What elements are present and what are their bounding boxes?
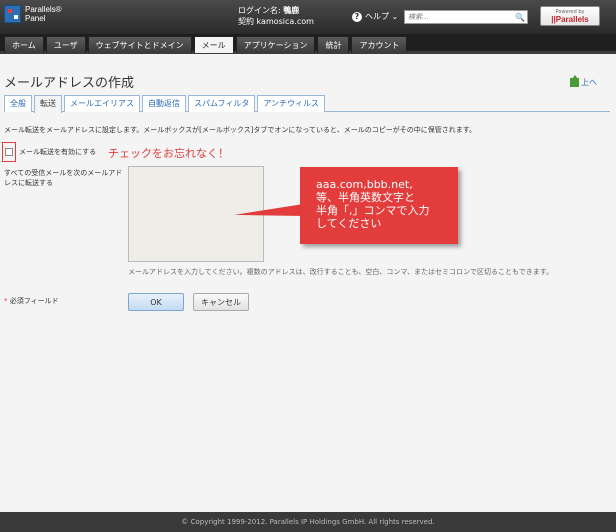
cancel-button[interactable]: キャンセル bbox=[193, 293, 249, 311]
search-input[interactable] bbox=[405, 13, 513, 21]
powered-by-badge[interactable]: Powered by ||Parallels bbox=[540, 6, 600, 26]
enable-forwarding-label[interactable]: メール転送を有効にする bbox=[19, 147, 96, 157]
required-label: 必須フィールド bbox=[7, 297, 59, 305]
help-icon: ? bbox=[352, 11, 362, 22]
callout-line: 半角「,」コンマで入力 bbox=[316, 204, 430, 217]
search-box: 🔍 bbox=[404, 10, 528, 24]
tab-auto-reply[interactable]: 自動返信 bbox=[142, 95, 186, 112]
search-icon[interactable]: 🔍 bbox=[513, 13, 527, 22]
contract-row[interactable]: 契約 kamosica.com bbox=[238, 16, 314, 27]
enable-forwarding-row: メール転送を有効にする bbox=[2, 142, 96, 162]
logo-text: Parallels® Panel bbox=[25, 5, 62, 23]
nav-tab-applications[interactable]: アプリケーション bbox=[235, 36, 316, 53]
callout-line: してください bbox=[316, 217, 382, 230]
up-level-link[interactable]: 上へ bbox=[570, 75, 597, 88]
form-tabs: 全般 転送 メールエイリアス 自動返信 スパムフィルタ アンチウィルス bbox=[4, 95, 610, 113]
footer-copyright: © Copyright 1999-2012. Parallels IP Hold… bbox=[0, 512, 616, 532]
nav-tab-websites-domains[interactable]: ウェブサイトとドメイン bbox=[87, 36, 192, 53]
forwarding-description: メール転送をメールアドレスに設定します。メールボックスが[メールボックス]タブで… bbox=[4, 126, 477, 134]
reminder-annotation: チェックをお忘れなく！ bbox=[108, 147, 229, 160]
ok-button[interactable]: OK bbox=[128, 293, 184, 311]
tab-forwarding[interactable]: 転送 bbox=[34, 95, 62, 113]
forward-addresses-hint: メールアドレスを入力してください。複数のアドレスは、改行することも、空白、コンマ… bbox=[128, 268, 554, 276]
nav-tab-mail[interactable]: メール bbox=[193, 36, 234, 53]
logo-line2: Panel bbox=[25, 14, 46, 23]
nav-tab-account[interactable]: アカウント bbox=[351, 36, 408, 53]
login-label: ログイン名: bbox=[238, 6, 284, 15]
contract-domain: kamosica.com bbox=[256, 17, 314, 26]
help-menu[interactable]: ? ヘルプ ⌄ bbox=[352, 11, 398, 22]
callout-line: aaa.com,bbb.net, bbox=[316, 178, 413, 191]
required-fields-note: * 必須フィールド bbox=[4, 296, 59, 306]
callout-line: 等、半角英数文字と bbox=[316, 191, 415, 204]
powered-by-brand: ||Parallels bbox=[551, 15, 589, 24]
contract-label: 契約 bbox=[238, 17, 257, 26]
enable-forwarding-checkbox[interactable] bbox=[5, 148, 13, 156]
help-label: ヘルプ ⌄ bbox=[365, 12, 399, 21]
parallels-panel-logo[interactable]: Parallels® Panel bbox=[4, 5, 62, 23]
up-label: 上へ bbox=[581, 78, 597, 87]
forward-addresses-label: すべての受信メールを次のメールアドレスに転送する bbox=[4, 169, 123, 187]
nav-tab-home[interactable]: ホーム bbox=[4, 36, 44, 53]
up-arrow-icon bbox=[570, 75, 579, 87]
tab-spam-filter[interactable]: スパムフィルタ bbox=[188, 95, 256, 112]
tab-general[interactable]: 全般 bbox=[4, 95, 32, 112]
login-row[interactable]: ログイン名: 鴨鹿 bbox=[238, 5, 314, 16]
form-tab-list: 全般 転送 メールエイリアス 自動返信 スパムフィルタ アンチウィルス bbox=[4, 95, 610, 113]
login-name: 鴨鹿 bbox=[283, 6, 300, 15]
page-title: メールアドレスの作成 bbox=[4, 76, 135, 91]
tab-antivirus[interactable]: アンチウィルス bbox=[257, 95, 326, 112]
nav-tab-users[interactable]: ユーザ bbox=[45, 36, 86, 53]
tab-mail-aliases[interactable]: メールエイリアス bbox=[64, 95, 140, 112]
parallels-logo-icon bbox=[4, 5, 21, 23]
logo-line1: Parallels® bbox=[25, 5, 62, 14]
main-nav-tabs: ホーム ユーザ ウェブサイトとドメイン メール アプリケーション 統計 アカウン… bbox=[4, 36, 408, 53]
checkbox-highlight bbox=[2, 142, 16, 162]
user-info: ログイン名: 鴨鹿 契約 kamosica.com bbox=[238, 5, 314, 27]
callout-annotation: aaa.com,bbb.net, 等、半角英数文字と 半角「,」コンマで入力 し… bbox=[300, 167, 458, 244]
header-bar: Parallels® Panel ログイン名: 鴨鹿 契約 kamosica.c… bbox=[0, 0, 616, 34]
nav-tab-statistics[interactable]: 統計 bbox=[317, 36, 350, 53]
main-nav: ホーム ユーザ ウェブサイトとドメイン メール アプリケーション 統計 アカウン… bbox=[0, 34, 616, 54]
